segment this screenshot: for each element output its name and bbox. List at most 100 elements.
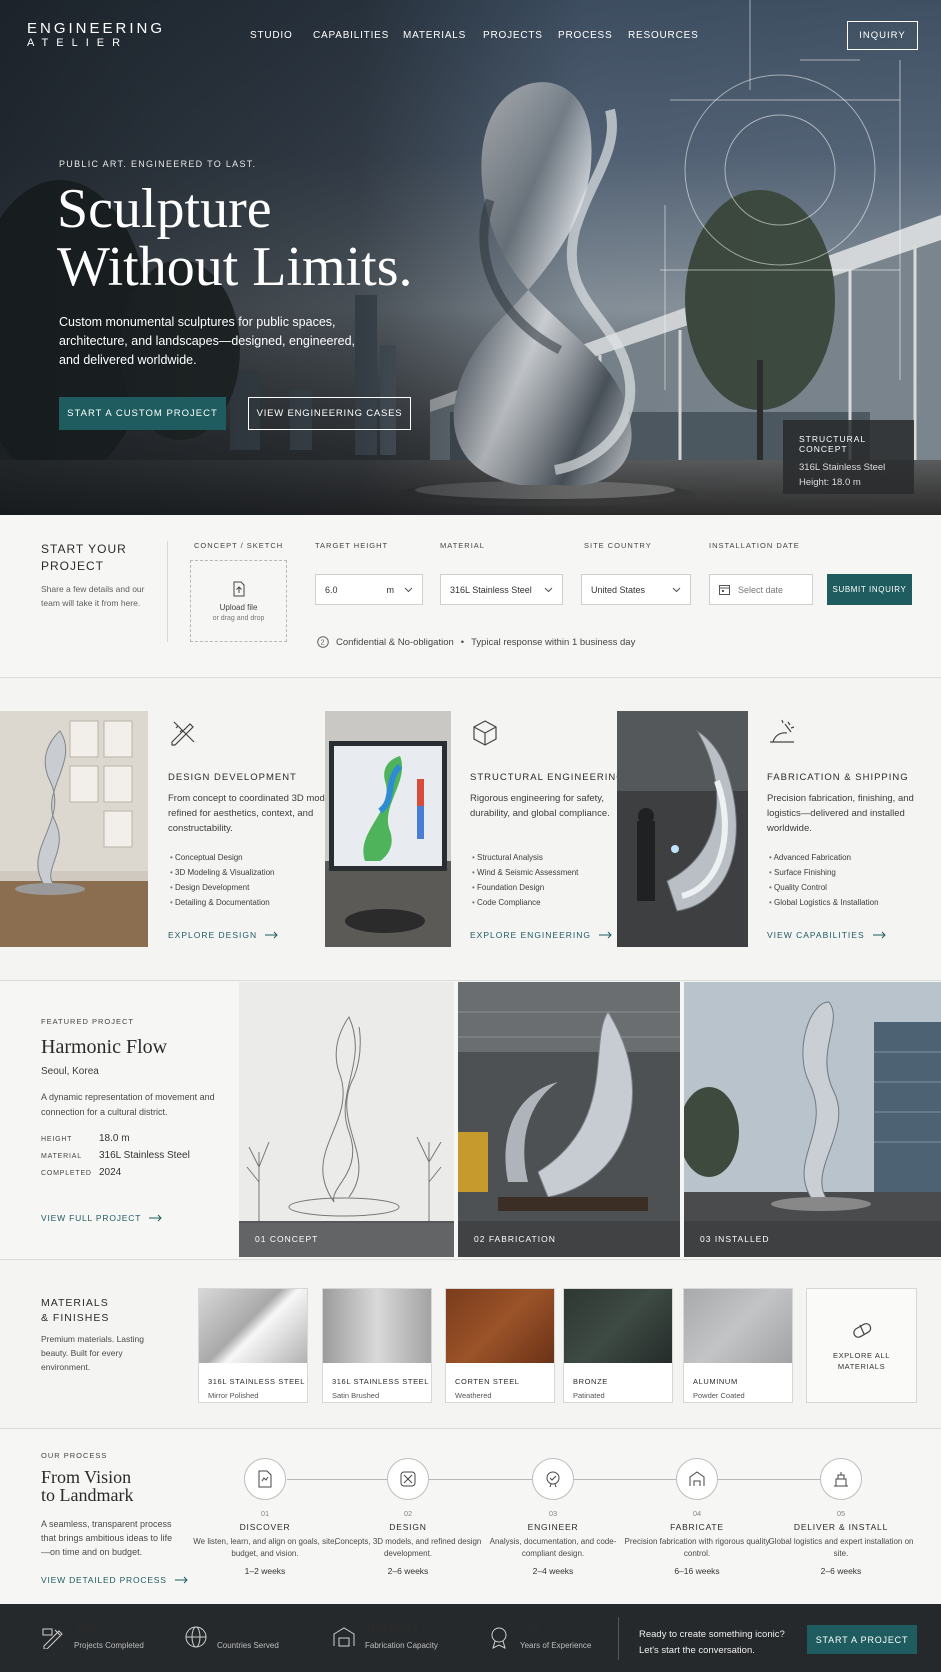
inquiry-button[interactable]: INQUIRY [847, 21, 918, 50]
step-desc: We listen, learn, and align on goals, si… [193, 1537, 337, 1558]
stat-label: Projects Completed [74, 1641, 144, 1650]
stat-value: 20+ [520, 1623, 542, 1638]
logo-line2[interactable]: ATELIER [27, 37, 128, 49]
explore-design-link[interactable]: EXPLORE DESIGN [168, 930, 279, 940]
document-icon [244, 1458, 286, 1500]
install-crane-icon [820, 1458, 862, 1500]
nav-studio[interactable]: STUDIO [250, 30, 293, 41]
stat-capacity: 100,000+ m² Fabrication Capacity [332, 1623, 438, 1650]
country-label: SITE COUNTRY [584, 541, 652, 550]
ruler-pencil-icon [42, 1628, 63, 1649]
step-desc: Global logistics and expert installation… [768, 1537, 914, 1558]
country-select[interactable]: United States [581, 574, 691, 605]
view-full-project-link[interactable]: VIEW FULL PROJECT [41, 1213, 163, 1223]
step-name: ENGINEER [527, 1522, 579, 1532]
spec-key: HEIGHT [41, 1136, 73, 1143]
nav-resources[interactable]: RESOURCES [628, 30, 699, 41]
globe-icon [185, 1626, 207, 1647]
svg-text:2: 2 [321, 640, 325, 647]
concept-sketch-image[interactable]: 01 CONCEPT [239, 982, 454, 1257]
calendar-icon [719, 585, 730, 595]
structural-concept-card: STRUCTURAL CONCEPT 316L Stainless Steel … [783, 420, 914, 494]
stat-value: 200+ [74, 1623, 103, 1638]
height-label: TARGET HEIGHT [315, 541, 389, 550]
list-item: Advanced Fabrication [769, 850, 879, 865]
compass-cube-icon [387, 1458, 429, 1500]
arrow-right-icon [174, 1576, 188, 1584]
logo-line1[interactable]: ENGINEERING [27, 20, 165, 37]
material-swatch [199, 1289, 307, 1363]
nav-capabilities[interactable]: CAPABILITIES [313, 30, 389, 41]
process-eyebrow: OUR PROCESS [41, 1451, 108, 1460]
spec-key: MATERIAL [41, 1153, 82, 1160]
view-detailed-process-link[interactable]: VIEW DETAILED PROCESS [41, 1575, 189, 1585]
service-list-fabrication: Advanced Fabrication Surface Finishing Q… [769, 850, 879, 910]
installed-image[interactable]: 03 INSTALLED [684, 982, 941, 1257]
date-input[interactable]: Select date [709, 574, 813, 605]
materials-title: MATERIALS & FINISHES [41, 1296, 109, 1326]
form-title: START YOUR PROJECT [41, 541, 127, 575]
concept-card-title: STRUCTURAL CONCEPT [799, 434, 866, 454]
process-title-line2: to Landmark [41, 1485, 134, 1505]
fabrication-shipping-image [617, 711, 748, 947]
spec-key: COMPLETED [41, 1170, 92, 1177]
form-title-line1: START YOUR [41, 542, 127, 556]
explore-design-label: EXPLORE DESIGN [168, 930, 258, 940]
upload-label: Upload file [219, 602, 258, 612]
material-swatch [684, 1289, 792, 1363]
nav-materials[interactable]: MATERIALS [403, 30, 466, 41]
step-number: 05 [836, 1509, 846, 1518]
hero-title-line2: Without Limits. [57, 236, 413, 298]
concept-card-material: 316L Stainless Steel [799, 462, 886, 473]
material-swatch [564, 1289, 672, 1363]
stage-caption-fabrication: 02 FABRICATION [458, 1221, 680, 1257]
material-card-aluminum[interactable]: ALUMINUM Powder Coated [683, 1288, 793, 1403]
start-project-button[interactable]: START A PROJECT [807, 1625, 917, 1654]
service-desc-fabrication: Precision fabrication, finishing, and lo… [767, 793, 914, 834]
hero-eyebrow: PUBLIC ART. ENGINEERED TO LAST. [59, 159, 257, 169]
form-assurance: 2 Confidential & No-obligation • Typical… [317, 636, 635, 648]
upload-dropzone[interactable]: Upload file or drag and drop [190, 560, 287, 642]
factory-icon [676, 1458, 718, 1500]
start-custom-project-button[interactable]: START A CUSTOM PROJECT [59, 397, 226, 430]
spec-value: 2024 [99, 1167, 122, 1178]
award-badge-icon [491, 1627, 507, 1649]
material-card-mirror[interactable]: 316L STAINLESS STEEL Mirror Polished [198, 1288, 308, 1403]
height-input[interactable]: 6.0 m [315, 574, 423, 605]
nav-process[interactable]: PROCESS [558, 30, 613, 41]
material-name: CORTEN STEEL [455, 1377, 520, 1386]
material-card-bronze[interactable]: BRONZE Patinated [563, 1288, 673, 1403]
warehouse-icon [333, 1626, 355, 1646]
material-value: 316L Stainless Steel [450, 584, 532, 595]
material-swatch [446, 1289, 554, 1363]
step-name: DISCOVER [239, 1522, 291, 1532]
design-development-image [0, 711, 148, 947]
featured-location: Seoul, Korea [41, 1066, 99, 1077]
list-item: Detailing & Documentation [170, 895, 275, 910]
step-duration: 2–6 weeks [387, 1566, 429, 1576]
explore-engineering-link[interactable]: EXPLORE ENGINEERING [470, 930, 613, 940]
material-finish: Satin Brushed [332, 1391, 380, 1400]
step-duration: 6–16 weeks [674, 1566, 720, 1576]
assurance-response: Typical response within 1 business day [471, 636, 636, 648]
nav-projects[interactable]: PROJECTS [483, 30, 543, 41]
step-number: 04 [692, 1509, 702, 1518]
material-select[interactable]: 316L Stainless Steel [440, 574, 563, 605]
submit-inquiry-button[interactable]: SUBMIT INQUIRY [827, 574, 912, 605]
view-capabilities-link[interactable]: VIEW CAPABILITIES [767, 930, 887, 940]
material-card-satin[interactable]: 316L STAINLESS STEEL Satin Brushed [322, 1288, 432, 1403]
fabrication-image[interactable]: 02 FABRICATION [458, 982, 680, 1257]
list-item: Conceptual Design [170, 850, 275, 865]
view-engineering-cases-button[interactable]: VIEW ENGINEERING CASES [248, 397, 411, 430]
spec-value: 316L Stainless Steel [99, 1150, 190, 1161]
materials-desc: Premium materials. Lasting beauty. Built… [41, 1334, 144, 1372]
material-finish: Weathered [455, 1391, 492, 1400]
footer-cta-text: Ready to create something iconic? Let's … [639, 1627, 785, 1659]
chevron-down-icon [544, 587, 553, 592]
explore-all-materials-button[interactable]: EXPLORE ALL MATERIALS [806, 1288, 917, 1403]
hero-lead: Custom monumental sculptures for public … [59, 315, 356, 367]
process-title: From Vision to Landmark [41, 1468, 133, 1504]
upload-hint: or drag and drop [212, 614, 265, 622]
stat-value: 100,000+ m² [365, 1623, 437, 1638]
material-card-corten[interactable]: CORTEN STEEL Weathered [445, 1288, 555, 1403]
